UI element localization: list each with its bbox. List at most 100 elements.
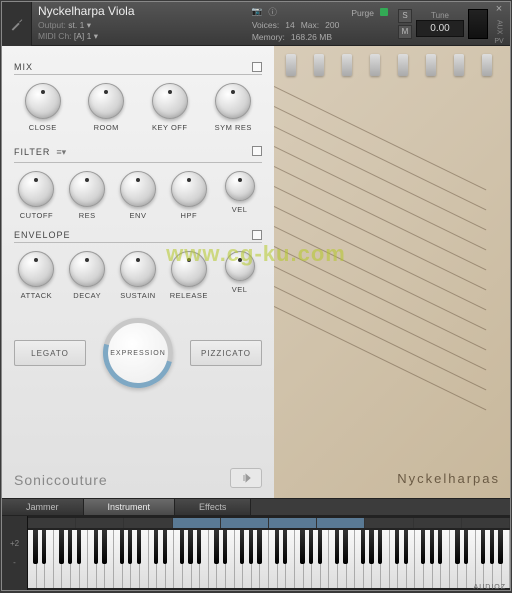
mute-button[interactable]: M: [398, 25, 412, 39]
black-key[interactable]: [421, 530, 425, 564]
white-key[interactable]: [467, 530, 476, 588]
white-key[interactable]: [476, 530, 485, 588]
white-key[interactable]: [37, 530, 46, 588]
white-key[interactable]: [407, 530, 416, 588]
black-key[interactable]: [430, 530, 434, 564]
black-key[interactable]: [464, 530, 468, 564]
black-key[interactable]: [128, 530, 132, 564]
black-key[interactable]: [404, 530, 408, 564]
aux-label[interactable]: AUX: [496, 20, 503, 34]
res-knob[interactable]: [69, 171, 105, 207]
white-key[interactable]: [321, 530, 330, 588]
filter-type-menu[interactable]: ≡▾: [56, 147, 66, 157]
env-vel-knob[interactable]: [225, 251, 255, 281]
black-key[interactable]: [378, 530, 382, 564]
white-key[interactable]: [260, 530, 269, 588]
white-key[interactable]: [458, 530, 467, 588]
white-key[interactable]: [226, 530, 235, 588]
white-key[interactable]: [71, 530, 80, 588]
camera-icon[interactable]: 📷: [252, 6, 263, 18]
white-key[interactable]: [252, 530, 261, 588]
black-key[interactable]: [154, 530, 158, 564]
black-key[interactable]: [257, 530, 261, 564]
white-key[interactable]: [28, 530, 37, 588]
octave-segment[interactable]: [414, 518, 462, 528]
pv-label[interactable]: PV: [494, 38, 503, 45]
white-key[interactable]: [355, 530, 364, 588]
octave-segment[interactable]: [365, 518, 413, 528]
envelope-toggle[interactable]: [252, 230, 262, 240]
filter-vel-knob[interactable]: [225, 171, 255, 201]
solo-button[interactable]: S: [398, 9, 412, 23]
black-key[interactable]: [188, 530, 192, 564]
info-icon[interactable]: ⓘ: [268, 6, 277, 18]
white-key[interactable]: [123, 530, 132, 588]
room-knob[interactable]: [88, 83, 124, 119]
octave-minus[interactable]: -: [13, 558, 16, 567]
close-icon[interactable]: ×: [492, 2, 506, 16]
white-key[interactable]: [192, 530, 201, 588]
tab-jammer[interactable]: Jammer: [2, 499, 84, 515]
tab-instrument[interactable]: Instrument: [84, 499, 176, 515]
white-key[interactable]: [235, 530, 244, 588]
white-key[interactable]: [149, 530, 158, 588]
mix-toggle[interactable]: [252, 62, 262, 72]
white-key[interactable]: [372, 530, 381, 588]
white-key[interactable]: [398, 530, 407, 588]
pizzicato-button[interactable]: PIZZICATO: [190, 340, 262, 366]
white-key[interactable]: [140, 530, 149, 588]
octave-shift[interactable]: +2 -: [2, 516, 28, 590]
black-key[interactable]: [240, 530, 244, 564]
black-key[interactable]: [214, 530, 218, 564]
black-key[interactable]: [395, 530, 399, 564]
black-key[interactable]: [137, 530, 141, 564]
tune-value[interactable]: 0.00: [416, 20, 464, 37]
black-key[interactable]: [275, 530, 279, 564]
white-key[interactable]: [183, 530, 192, 588]
cutoff-knob[interactable]: [18, 171, 54, 207]
white-key[interactable]: [441, 530, 450, 588]
white-key[interactable]: [200, 530, 209, 588]
black-key[interactable]: [120, 530, 124, 564]
white-key[interactable]: [166, 530, 175, 588]
white-key[interactable]: [347, 530, 356, 588]
octave-segment[interactable]: [221, 518, 269, 528]
decay-knob[interactable]: [69, 251, 105, 287]
white-key[interactable]: [54, 530, 63, 588]
black-key[interactable]: [163, 530, 167, 564]
white-key[interactable]: [450, 530, 459, 588]
octave-plus[interactable]: +2: [10, 539, 19, 548]
black-key[interactable]: [42, 530, 46, 564]
white-key[interactable]: [209, 530, 218, 588]
tab-effects[interactable]: Effects: [175, 499, 251, 515]
white-key[interactable]: [364, 530, 373, 588]
octave-segment[interactable]: [28, 518, 76, 528]
white-key[interactable]: [157, 530, 166, 588]
octave-segment[interactable]: [173, 518, 221, 528]
white-key[interactable]: [278, 530, 287, 588]
white-key[interactable]: [174, 530, 183, 588]
white-key[interactable]: [415, 530, 424, 588]
piano-keyboard[interactable]: [28, 516, 510, 590]
black-key[interactable]: [283, 530, 287, 564]
keyoff-knob[interactable]: [152, 83, 188, 119]
white-key[interactable]: [381, 530, 390, 588]
black-key[interactable]: [59, 530, 63, 564]
voices-max[interactable]: 200: [325, 20, 339, 30]
release-knob[interactable]: [171, 251, 207, 287]
octave-segment[interactable]: [462, 518, 510, 528]
octave-segment[interactable]: [76, 518, 124, 528]
black-key[interactable]: [197, 530, 201, 564]
white-key[interactable]: [338, 530, 347, 588]
instrument-icon[interactable]: [2, 2, 32, 46]
black-key[interactable]: [361, 530, 365, 564]
purge-label[interactable]: Purge: [351, 8, 374, 18]
black-key[interactable]: [180, 530, 184, 564]
white-key[interactable]: [114, 530, 123, 588]
output-value[interactable]: st. 1: [68, 20, 84, 30]
black-key[interactable]: [335, 530, 339, 564]
close-knob[interactable]: [25, 83, 61, 119]
white-key[interactable]: [45, 530, 54, 588]
black-key[interactable]: [455, 530, 459, 564]
white-key[interactable]: [312, 530, 321, 588]
